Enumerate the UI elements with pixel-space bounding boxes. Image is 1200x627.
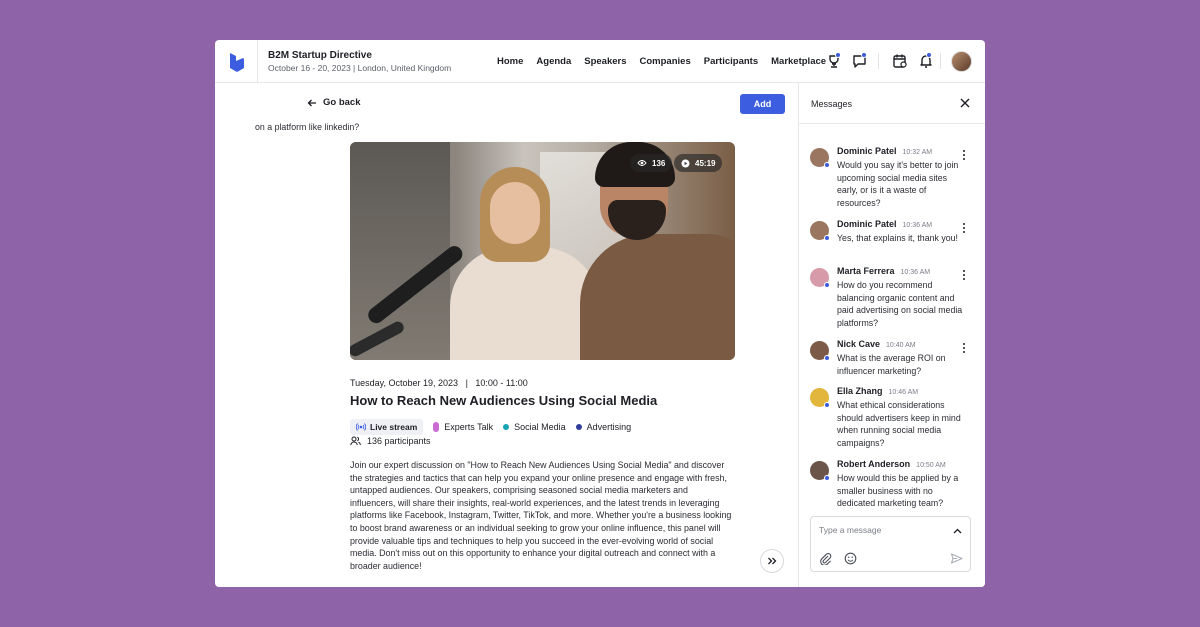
- tag-color-marker: [575, 424, 582, 430]
- paperclip-icon[interactable]: [819, 552, 832, 565]
- video-figure: [580, 234, 735, 360]
- views-badge: 136: [630, 154, 673, 172]
- views-count: 136: [652, 158, 666, 168]
- online-status-dot: [824, 355, 830, 361]
- message-text: What is the average ROI on influencer ma…: [837, 353, 946, 376]
- event-subtitle: October 16 - 20, 2023 | London, United K…: [268, 63, 452, 73]
- message-time: 10:40 AM: [886, 342, 916, 349]
- message-time: 10:46 AM: [888, 389, 919, 396]
- chat-notification-dot: [861, 52, 867, 58]
- online-status-dot: [824, 235, 830, 241]
- logo-icon[interactable]: [227, 51, 247, 73]
- eye-icon: [637, 160, 647, 166]
- more-vertical-icon[interactable]: [960, 222, 968, 234]
- clipped-message-text: on a platform like linkedin?: [255, 122, 360, 132]
- message-time: 10:36 AM: [900, 269, 931, 276]
- participants-count[interactable]: 136 participants: [350, 436, 431, 446]
- send-icon[interactable]: [950, 552, 963, 565]
- message-text: Yes, that explains it, thank you!: [837, 233, 958, 243]
- tag-experts-talk[interactable]: Experts Talk: [433, 422, 493, 432]
- nav-agenda[interactable]: Agenda: [536, 56, 571, 67]
- session-description: Join our expert discussion on "How to Re…: [350, 460, 732, 571]
- message-author: Marta Ferrera 10:36 AM: [837, 266, 930, 276]
- tag-label: Experts Talk: [444, 422, 494, 432]
- nav-home[interactable]: Home: [497, 56, 523, 67]
- video-duration: 45:19: [695, 158, 716, 168]
- trophy-notification-dot: [835, 52, 841, 58]
- author-name: Marta Ferrera: [837, 266, 895, 276]
- message-author: Dominic Patel 10:36 AM: [837, 219, 932, 229]
- video-figure: [490, 182, 540, 244]
- message-author: Dominic Patel 10:32 AM: [837, 146, 932, 156]
- message-author: Robert Anderson 10:50 AM: [837, 459, 946, 469]
- bell-notification-dot: [926, 52, 932, 58]
- main-nav: Home Agenda Speakers Companies Participa…: [497, 56, 826, 67]
- user-avatar[interactable]: [951, 51, 972, 72]
- tag-label: Advertising: [586, 422, 632, 432]
- author-name: Dominic Patel: [837, 146, 897, 156]
- author-name: Ella Zhang: [837, 386, 883, 396]
- message-composer: [810, 516, 971, 572]
- play-circle-icon: [681, 159, 690, 167]
- header-divider: [257, 40, 258, 83]
- message-time: 10:32 AM: [902, 149, 933, 156]
- tag-color-marker: [503, 424, 510, 430]
- app-window: B2M Startup Directive October 16 - 20, 2…: [215, 40, 985, 587]
- author-name: Dominic Patel: [837, 219, 897, 229]
- double-chevron-right-icon: [768, 557, 777, 565]
- expand-panel-button[interactable]: [760, 549, 784, 573]
- message-author: Ella Zhang 10:46 AM: [837, 386, 918, 396]
- message-text: How do you recommend balancing organic c…: [837, 280, 963, 328]
- tag-social-media[interactable]: Social Media: [503, 422, 566, 432]
- chevron-up-icon[interactable]: [951, 525, 964, 538]
- more-vertical-icon[interactable]: [960, 269, 968, 281]
- online-status-dot: [824, 282, 830, 288]
- broadcast-icon: [356, 423, 366, 431]
- online-status-dot: [824, 162, 830, 168]
- header-separator: [878, 53, 879, 69]
- event-title: B2M Startup Directive: [268, 50, 372, 61]
- tag-advertising[interactable]: Advertising: [575, 422, 632, 432]
- duration-badge: 45:19: [674, 154, 723, 172]
- message-text: How would this be applied by a smaller b…: [837, 473, 959, 509]
- go-back-link[interactable]: Go back: [307, 97, 361, 108]
- nav-speakers[interactable]: Speakers: [584, 56, 626, 67]
- add-button[interactable]: Add: [740, 94, 785, 114]
- video-figure: [450, 247, 600, 360]
- online-status-dot: [824, 475, 830, 481]
- tag-label: Social Media: [514, 422, 566, 432]
- arrow-left-icon: [307, 99, 316, 106]
- participants-label: 136 participants: [367, 436, 431, 446]
- message-input[interactable]: [819, 525, 939, 535]
- close-icon[interactable]: [959, 97, 971, 109]
- online-status-dot: [824, 402, 830, 408]
- message-text: What ethical considerations should adver…: [837, 400, 961, 448]
- live-stream-badge: Live stream: [350, 419, 424, 435]
- author-name: Robert Anderson: [837, 459, 911, 469]
- session-datetime: Tuesday, October 19, 2023 | 10:00 - 11:0…: [350, 378, 528, 388]
- session-video[interactable]: 136 45:19: [350, 142, 735, 360]
- users-icon: [350, 436, 361, 446]
- message-text: Would you say it's better to join upcomi…: [837, 160, 959, 208]
- message-time: 10:36 AM: [902, 222, 933, 229]
- more-vertical-icon[interactable]: [960, 149, 968, 161]
- emoji-icon[interactable]: [844, 552, 857, 565]
- top-header: B2M Startup Directive October 16 - 20, 2…: [215, 40, 985, 83]
- header-separator: [940, 53, 941, 69]
- nav-participants[interactable]: Participants: [704, 56, 758, 67]
- messages-header: Messages: [799, 83, 985, 124]
- author-name: Nick Cave: [837, 339, 881, 349]
- nav-companies[interactable]: Companies: [640, 56, 691, 67]
- calendar-icon[interactable]: [892, 53, 908, 69]
- session-title: How to Reach New Audiences Using Social …: [350, 393, 658, 408]
- message-time: 10:50 AM: [916, 462, 946, 469]
- more-vertical-icon[interactable]: [960, 342, 968, 354]
- tag-color-marker: [433, 422, 440, 432]
- live-stream-label: Live stream: [370, 422, 418, 432]
- message-author: Nick Cave 10:40 AM: [837, 339, 916, 349]
- session-tags: Live stream Experts Talk Social Media Ad…: [350, 419, 631, 435]
- messages-title: Messages: [811, 99, 853, 109]
- go-back-label: Go back: [323, 97, 361, 108]
- nav-marketplace[interactable]: Marketplace: [771, 56, 826, 67]
